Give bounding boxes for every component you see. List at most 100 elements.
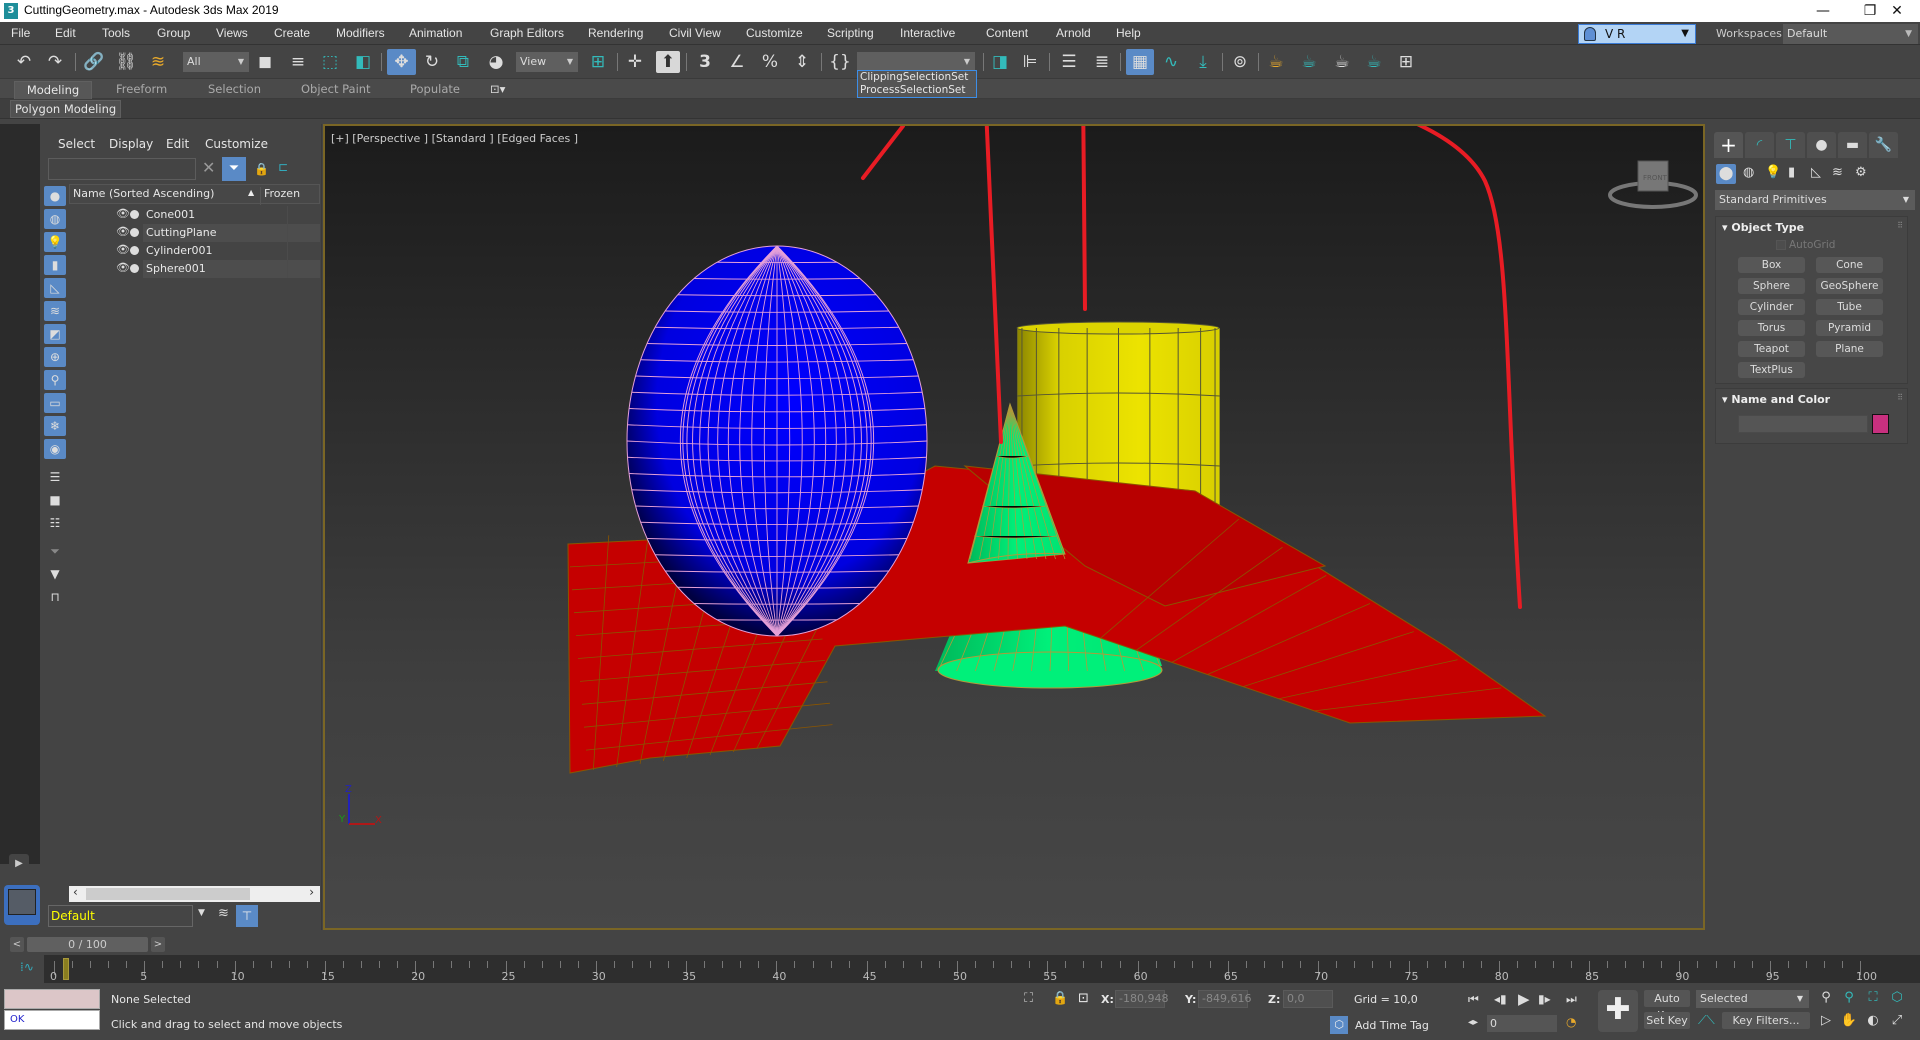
orbit-icon[interactable]: ◐	[1864, 1013, 1882, 1028]
select-object-icon[interactable]: ◼	[253, 51, 277, 73]
ribbon-tab-selection[interactable]: Selection	[202, 81, 267, 99]
time-tag-icon[interactable]: ⬡	[1330, 1016, 1348, 1034]
z-coordinate-field[interactable]: 0,0	[1283, 990, 1333, 1008]
go-to-end-icon[interactable]: ⏭	[1566, 992, 1577, 1007]
rollout-grip-icon[interactable]: ⠿	[1897, 221, 1903, 230]
angle-snap-icon[interactable]: ∠	[725, 51, 749, 73]
use-pivot-center-icon[interactable]: ⊞	[586, 51, 610, 73]
select-by-name-icon[interactable]: ≡	[286, 51, 310, 73]
explorer-row[interactable]: 👁 CuttingPlane	[69, 224, 320, 242]
object-color-swatch[interactable]	[1872, 414, 1889, 434]
plane-button[interactable]: Plane	[1816, 341, 1883, 357]
auto-key-button[interactable]: Auto Key	[1644, 990, 1690, 1022]
minimize-button[interactable]: —	[1800, 0, 1846, 22]
visibility-eye-icon[interactable]: 👁	[116, 225, 130, 238]
cameras-category-icon[interactable]: ▮	[1788, 165, 1795, 180]
zoom-extents-all-icon[interactable]: ⬡	[1888, 990, 1906, 1005]
visibility-eye-icon[interactable]: 👁	[116, 261, 130, 274]
helpers-category-icon[interactable]: ◺	[1811, 165, 1821, 180]
snaps-toggle-icon[interactable]: 3	[693, 51, 717, 73]
explorer-search-input[interactable]	[48, 158, 196, 180]
scrollbar-thumb[interactable]	[86, 888, 250, 900]
polygon-modeling-panel[interactable]: Polygon Modeling	[10, 100, 122, 118]
rollout-title[interactable]: ▾ Name and Color	[1722, 393, 1830, 406]
set-key-button[interactable]: Set Key	[1644, 1012, 1690, 1029]
create-tab-icon[interactable]: +	[1714, 132, 1743, 158]
selection-lock-icon[interactable]: 🔒	[1052, 991, 1068, 1006]
material-editor-icon[interactable]: ⊚	[1228, 51, 1252, 73]
render-cloud-icon[interactable]: ☕	[1362, 51, 1386, 73]
render-setup-icon[interactable]: ☕	[1264, 51, 1288, 73]
explorer-row[interactable]: 👁 Cylinder001	[69, 242, 320, 260]
zoom-extents-icon[interactable]: ⛶	[1864, 990, 1882, 1005]
track-bar[interactable]: 0 5 10 15 20 25 30 35 40 45 50 55 60 65 70 75 80 85 90 95 10…	[44, 955, 1920, 983]
box-button[interactable]: Box	[1738, 257, 1805, 273]
object-name-input[interactable]	[1738, 415, 1868, 433]
explorer-horizontal-scrollbar[interactable]: ‹ ›	[69, 885, 320, 902]
keyboard-shortcut-override-icon[interactable]: ⬆	[656, 51, 680, 73]
window-crossing-icon[interactable]: ◧	[351, 51, 375, 73]
menu-views[interactable]: Views	[216, 26, 248, 40]
sphere-button[interactable]: Sphere	[1738, 278, 1805, 294]
select-place-icon[interactable]: ◕	[484, 51, 508, 73]
maxscript-listener-input[interactable]	[4, 989, 100, 1009]
close-button[interactable]: ✕	[1874, 0, 1920, 22]
object-name[interactable]: Cone001	[143, 206, 287, 224]
menu-scripting[interactable]: Scripting	[827, 26, 874, 40]
filter-settings-icon[interactable]: ⏷	[44, 541, 66, 561]
render-production-icon[interactable]: ☕	[1330, 51, 1354, 73]
rollout-grip-icon[interactable]: ⠿	[1897, 393, 1903, 402]
layer-dropdown-icon[interactable]: ▼	[198, 908, 205, 918]
frozen-cell[interactable]	[287, 260, 320, 278]
scroll-left-icon[interactable]: ‹	[73, 885, 78, 899]
modify-tab-icon[interactable]: ◜	[1745, 132, 1774, 158]
unlink-icon[interactable]: ⛓	[114, 51, 138, 73]
display-space-warps-icon[interactable]: ≋	[44, 301, 66, 321]
shapes-category-icon[interactable]: ◍	[1743, 165, 1754, 180]
edit-named-selection-icon[interactable]: {}	[828, 51, 852, 73]
tube-button[interactable]: Tube	[1816, 299, 1883, 315]
align-icon[interactable]: ⊫	[1018, 51, 1042, 73]
select-scale-icon[interactable]: ⧉	[451, 51, 475, 73]
render-shortcuts-icon[interactable]: ⊞	[1394, 51, 1418, 73]
y-coordinate-field[interactable]: -849,616	[1198, 990, 1251, 1008]
user-account-dropdown[interactable]: V R ▼	[1578, 24, 1696, 44]
object-name[interactable]: Sphere001	[143, 260, 287, 278]
explorer-row[interactable]: 👁 Cone001	[69, 206, 320, 224]
display-cameras-icon[interactable]: ▮	[44, 255, 66, 275]
display-helpers-icon[interactable]: ◺	[44, 278, 66, 298]
display-object-xrefs-icon[interactable]: ⊕	[44, 347, 66, 367]
visibility-eye-icon[interactable]: 👁	[116, 207, 130, 220]
next-frame-icon[interactable]: ▮▸	[1538, 992, 1551, 1006]
select-children-filter-icon[interactable]: ⏷	[222, 157, 246, 181]
toggle-ribbon-icon[interactable]: ▦	[1126, 49, 1154, 75]
select-manipulate-icon[interactable]: ✛	[623, 51, 647, 73]
selection-set-option[interactable]: ClippingSelectionSet	[860, 71, 976, 84]
key-mode-dropdown[interactable]: Selected ▼	[1696, 990, 1809, 1008]
select-move-icon[interactable]: ✥	[387, 49, 416, 75]
display-containers-icon[interactable]: ▭	[44, 393, 66, 413]
display-groups-icon[interactable]: ◩	[44, 324, 66, 344]
menu-group[interactable]: Group	[157, 26, 190, 40]
viewport-label-menu[interactable]: [+] [Perspective ] [Standard ] [Edged Fa…	[331, 132, 578, 145]
add-time-tag-button[interactable]: Add Time Tag	[1355, 1019, 1429, 1032]
clear-search-icon[interactable]: ✕	[202, 158, 216, 177]
next-frame-button[interactable]: >	[151, 937, 165, 952]
current-layer-field[interactable]: Default	[48, 905, 193, 927]
default-in-out-tangents-icon[interactable]: ⟋⟍	[1698, 1013, 1715, 1028]
render-toggle-icon[interactable]	[130, 210, 139, 219]
container-icon[interactable]: ⊓	[44, 587, 66, 607]
explorer-menu-edit[interactable]: Edit	[166, 137, 189, 151]
undo-icon[interactable]: ↶	[12, 51, 36, 73]
x-coordinate-field[interactable]: -180,948	[1115, 990, 1168, 1008]
select-rotate-icon[interactable]: ↻	[420, 51, 444, 73]
display-bones-icon[interactable]: ⚲	[44, 370, 66, 390]
display-frozen-icon[interactable]: ❄	[44, 416, 66, 436]
lock-icon[interactable]: 🔒	[254, 162, 269, 176]
reference-coord-dropdown[interactable]: View ▼	[516, 52, 578, 72]
menu-civil-view[interactable]: Civil View	[669, 26, 721, 40]
zoom-icon[interactable]: ⚲	[1817, 990, 1835, 1005]
hierarchy-tab-icon[interactable]: ⊤	[1776, 132, 1805, 158]
menu-modifiers[interactable]: Modifiers	[336, 26, 385, 40]
menu-content[interactable]: Content	[986, 26, 1028, 40]
